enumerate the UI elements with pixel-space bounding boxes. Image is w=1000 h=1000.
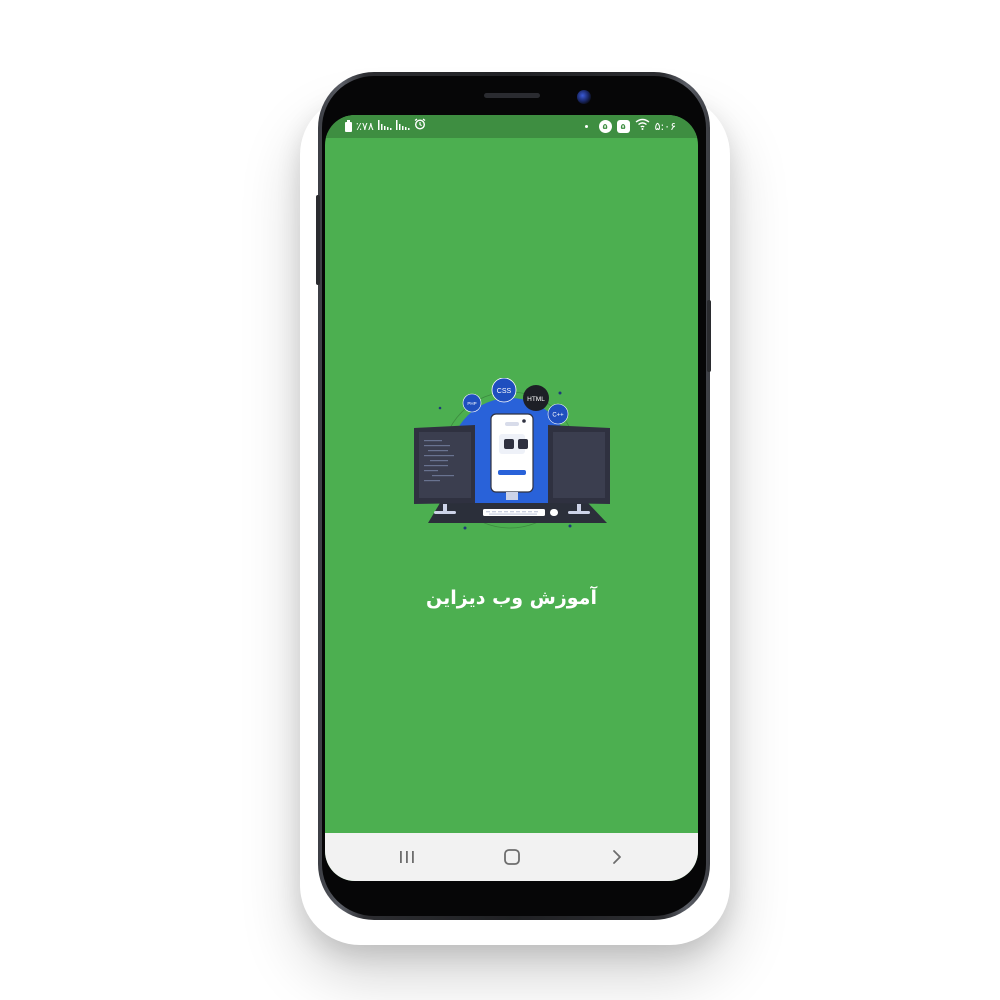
bubble-label-php: PHP xyxy=(467,401,476,406)
notification-badge-circle: ۵ xyxy=(598,120,612,133)
bubble-label-css: CSS xyxy=(497,388,512,395)
battery-percent: ٪۷۸ xyxy=(356,120,374,133)
bubble-php: PHP xyxy=(462,393,482,413)
wifi-icon xyxy=(635,115,650,138)
bubble-label-cpp: C++ xyxy=(552,413,564,419)
alarm-icon xyxy=(414,115,426,138)
clock-time: ۵:۰۶ xyxy=(654,120,676,133)
notification-dot xyxy=(584,125,588,128)
bubble-html: HTML xyxy=(523,385,549,411)
phone-screen: ٪۷۸ ۵ ۵ ۵:۰۶ CSS HTML PHP C++ آموزش وب د… xyxy=(325,115,698,881)
front-camera xyxy=(577,90,591,104)
bubble-cpp: C++ xyxy=(547,403,569,425)
recents-button[interactable] xyxy=(377,833,437,881)
mouse xyxy=(550,509,558,516)
navigation-bar xyxy=(325,833,698,881)
web-design-illustration: CSS HTML PHP C++ xyxy=(410,377,615,538)
notification-badge-square: ۵ xyxy=(616,120,630,133)
device-mockup: ٪۷۸ ۵ ۵ ۵:۰۶ CSS HTML PHP C++ آموزش وب د… xyxy=(0,0,1000,1000)
status-right-group: ۵ ۵ ۵:۰۶ xyxy=(584,115,676,138)
home-icon xyxy=(504,849,520,865)
bubble-css: CSS xyxy=(491,377,517,403)
splash-title: آموزش وب دیزاین xyxy=(426,587,597,609)
status-left-group: ٪۷۸ xyxy=(345,115,426,138)
side-key xyxy=(707,300,711,372)
back-button[interactable] xyxy=(587,833,647,881)
back-icon xyxy=(613,850,621,864)
power-button xyxy=(316,195,320,285)
illustration-svg: CSS HTML PHP C++ xyxy=(414,377,610,530)
earpiece-speaker xyxy=(484,93,540,98)
signal-strength-icon-2 xyxy=(395,115,410,138)
recents-icon xyxy=(400,851,414,863)
battery-icon xyxy=(345,119,352,132)
keyboard xyxy=(483,509,545,516)
status-bar: ٪۷۸ ۵ ۵ ۵:۰۶ xyxy=(325,115,698,138)
signal-strength-icon xyxy=(377,115,392,138)
bubble-label-html: HTML xyxy=(527,396,545,403)
home-button[interactable] xyxy=(482,833,542,881)
